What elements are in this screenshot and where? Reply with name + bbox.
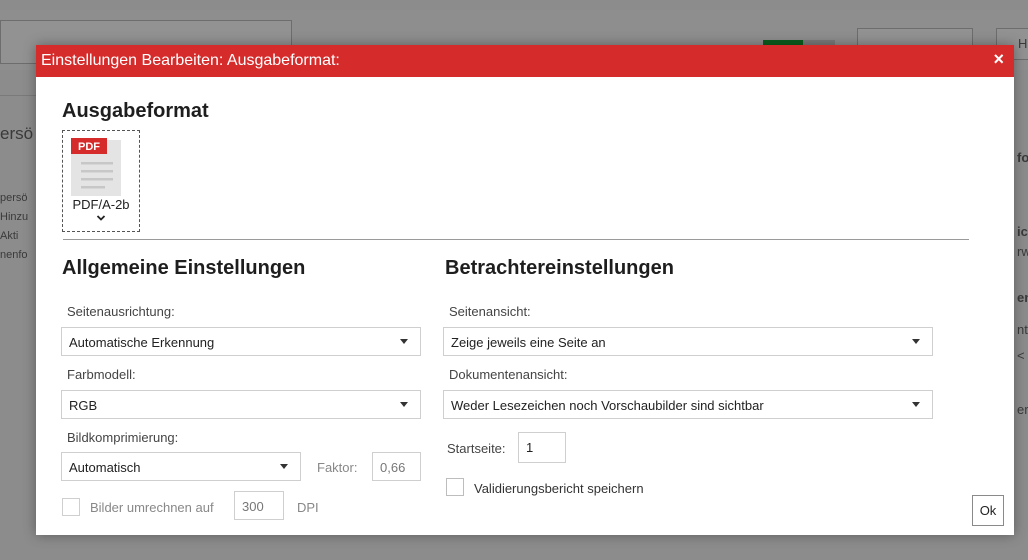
factor-input[interactable]: 0,66 [372,452,421,481]
output-format-selector[interactable]: PDF PDF/A-2b [62,130,140,232]
dialog-titlebar: Einstellungen Bearbeiten: Ausgabeformat:… [36,45,1014,77]
background-text: nenfo [0,249,28,261]
document-view-select[interactable]: Weder Lesezeichen noch Vorschaubilder si… [443,390,933,419]
svg-text:PDF: PDF [78,141,100,153]
start-page-label: Startseite: [447,441,506,456]
section-divider [63,239,969,240]
close-icon[interactable]: × [993,49,1004,70]
background-text: ersö [0,124,34,143]
dropdown-arrow-icon [912,339,920,344]
settings-dialog: Einstellungen Bearbeiten: Ausgabeformat:… [36,45,1014,535]
background-text: nt. [1017,322,1028,337]
compression-label: Bildkomprimierung: [67,430,179,445]
orientation-label: Seitenausrichtung: [67,304,175,319]
dropdown-arrow-icon [912,402,920,407]
save-validation-checkbox[interactable] [446,478,464,496]
save-validation-label: Validierungsbericht speichern [474,481,644,496]
background-text: < [1017,348,1025,363]
background-text: for [1017,150,1028,165]
background-text: ich [1017,224,1028,239]
compression-value: Automatisch [69,460,141,475]
start-page-value: 1 [526,440,534,455]
factor-label: Faktor: [317,460,358,475]
dropdown-arrow-icon [400,339,408,344]
convert-images-label: Bilder umrechnen auf [90,500,214,515]
background-text: en: [1017,290,1028,305]
document-view-value: Weder Lesezeichen noch Vorschaubilder si… [451,398,764,413]
color-model-label: Farbmodell: [67,367,136,382]
background-text: Akti [0,230,19,242]
page-view-value: Zeige jeweils eine Seite an [451,335,606,350]
background-label: Hin [1018,36,1028,51]
viewer-settings-heading: Betrachtereinstellungen [445,257,674,279]
convert-images-checkbox[interactable] [62,498,80,516]
chevron-down-icon [96,215,106,221]
orientation-value: Automatische Erkennung [69,335,215,350]
dropdown-arrow-icon [280,464,288,469]
start-page-input[interactable]: 1 [518,432,566,463]
background-text: rw [1017,244,1028,259]
output-format-heading: Ausgabeformat [62,100,209,122]
color-model-select[interactable]: RGB [61,390,421,419]
background-text: Hinzu [0,211,29,223]
pdf-file-icon: PDF [71,138,121,196]
compression-select[interactable]: Automatisch [61,452,301,481]
ok-button[interactable]: Ok [972,495,1004,526]
dpi-value: 300 [242,499,264,514]
dialog-title: Einstellungen Bearbeiten: Ausgabeformat: [41,52,340,69]
factor-value: 0,66 [380,460,406,475]
background-text: er: [1017,402,1028,417]
color-model-value: RGB [69,398,98,413]
page-view-label: Seitenansicht: [449,304,531,319]
background-text: persö [0,192,28,204]
general-settings-heading: Allgemeine Einstellungen [62,257,306,279]
dpi-unit-label: DPI [297,500,319,515]
document-view-label: Dokumentenansicht: [449,367,568,382]
page-view-select[interactable]: Zeige jeweils eine Seite an [443,327,933,356]
dpi-input[interactable]: 300 [234,491,284,520]
orientation-select[interactable]: Automatische Erkennung [61,327,421,356]
dropdown-arrow-icon [400,402,408,407]
output-format-name: PDF/A-2b [72,197,130,212]
